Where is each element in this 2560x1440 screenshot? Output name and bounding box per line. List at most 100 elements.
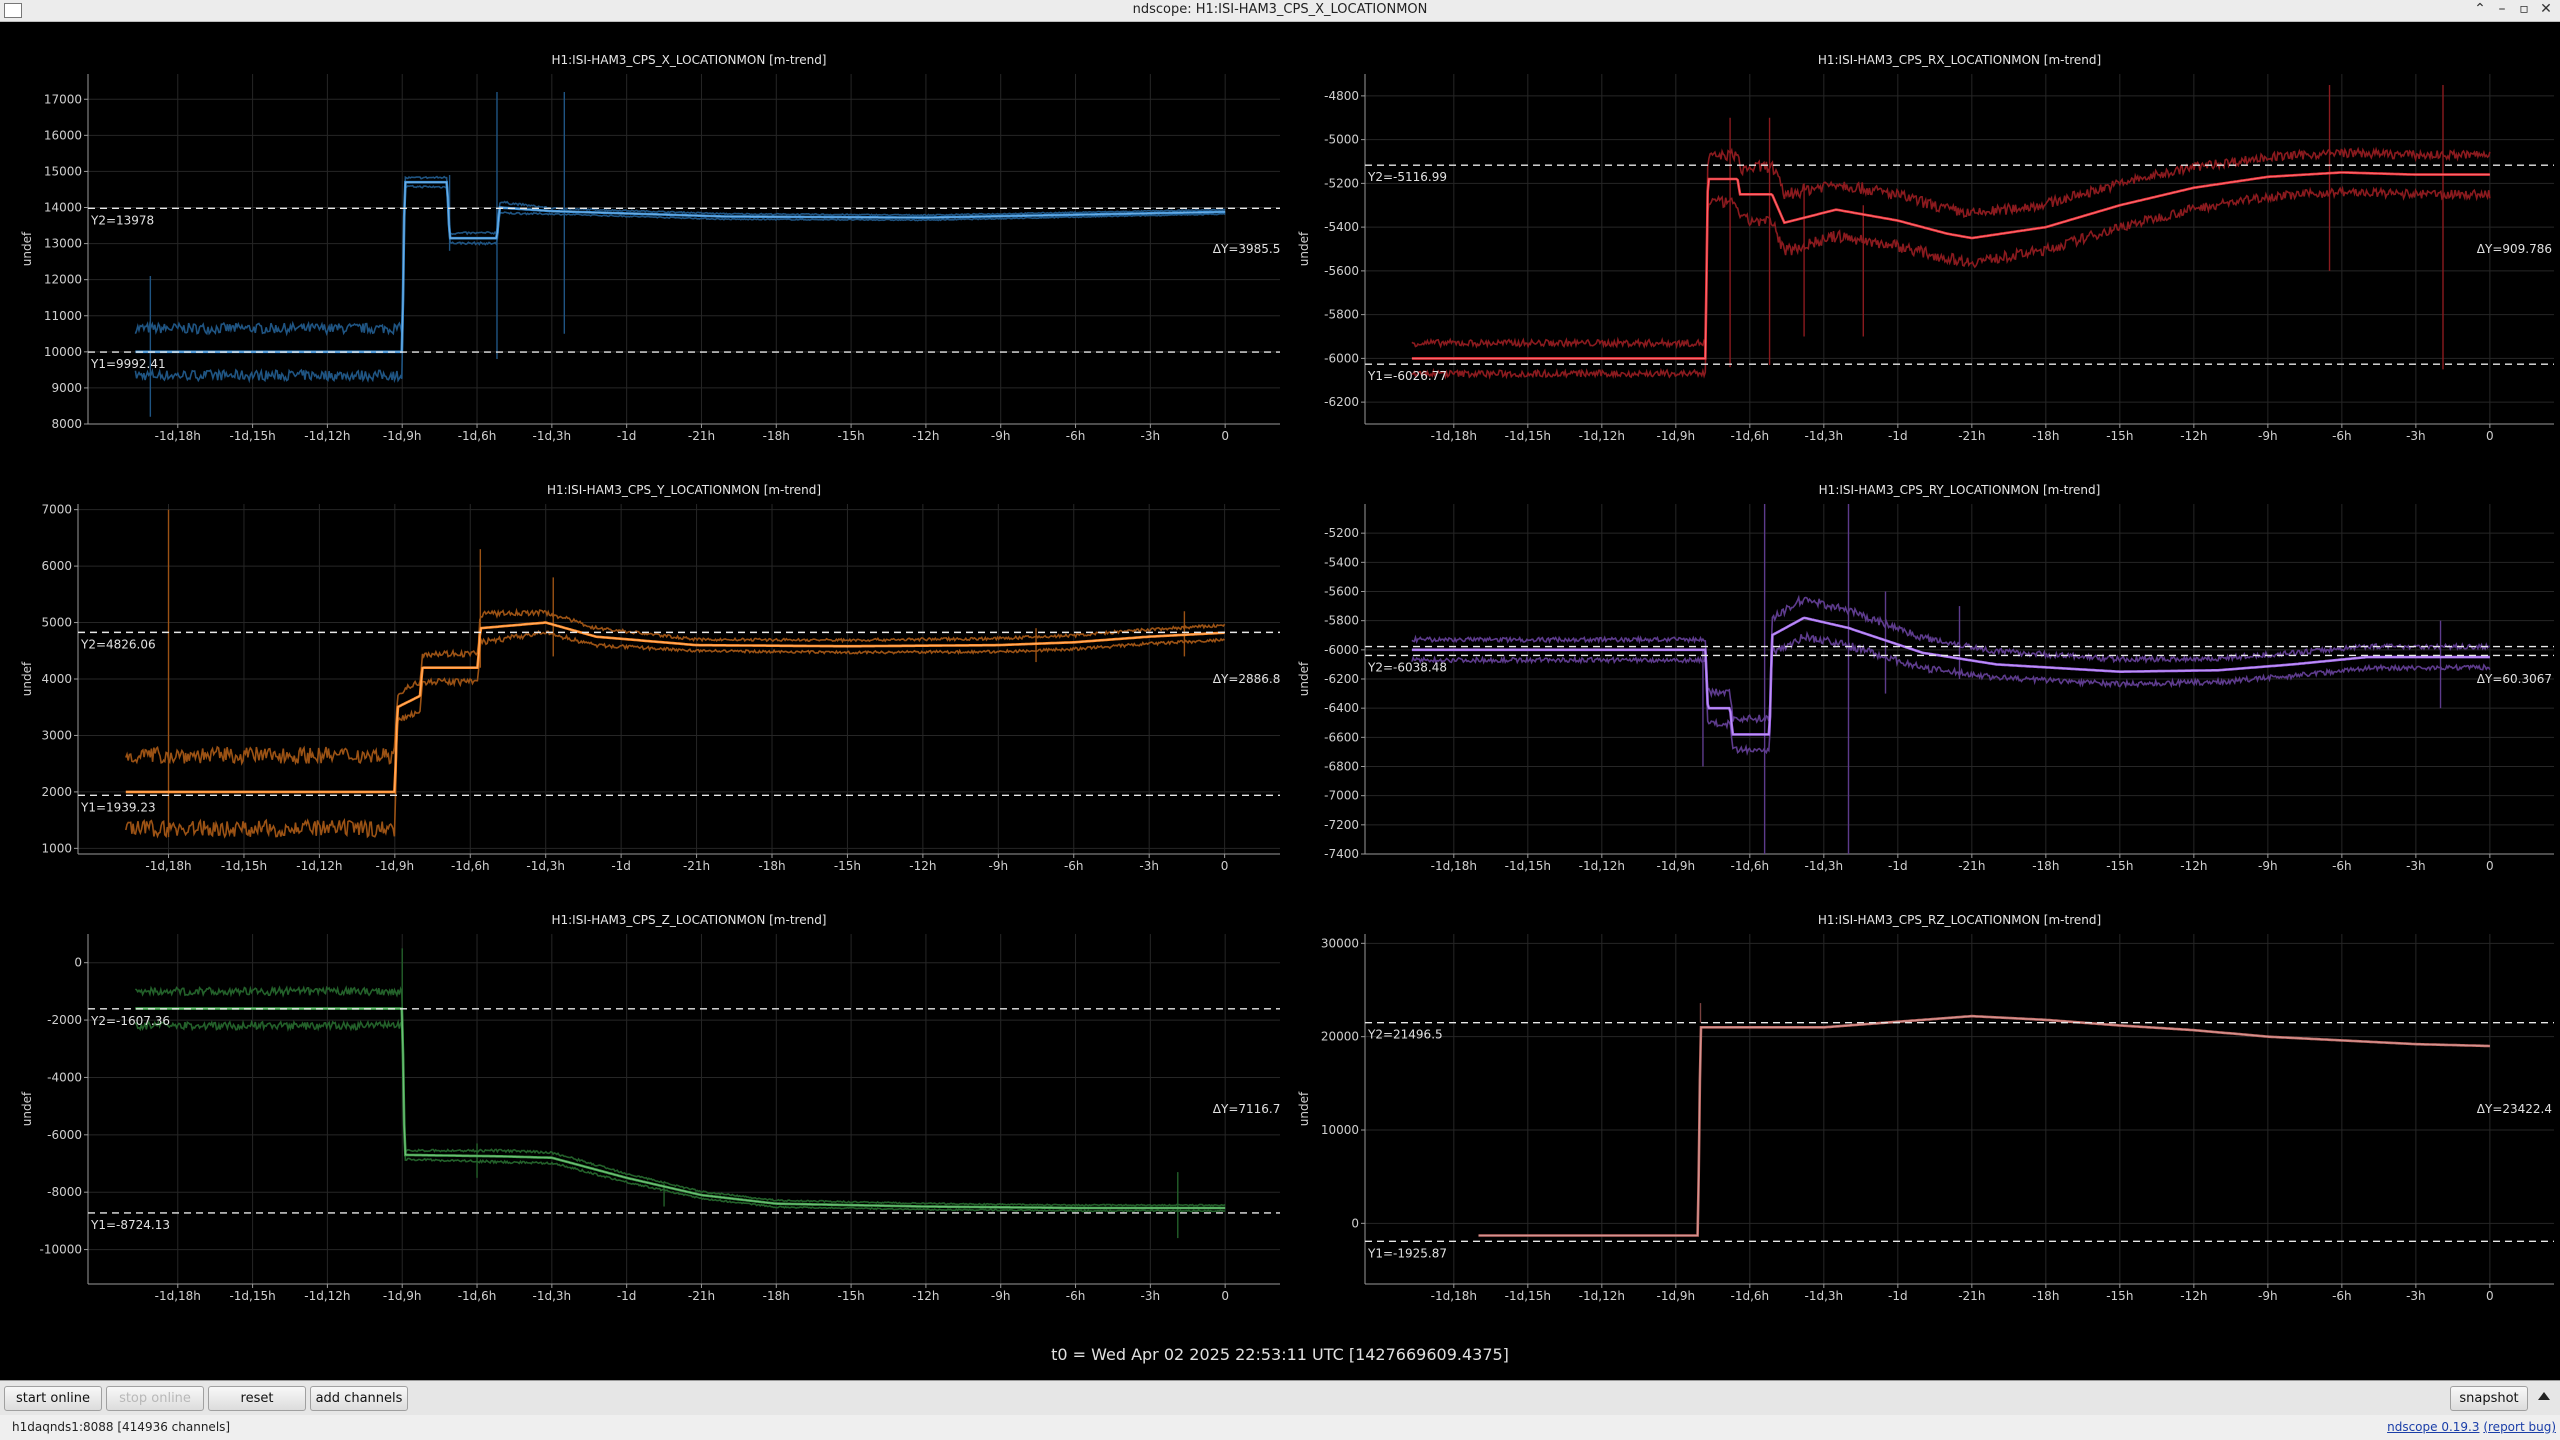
cursor-delta-label: ΔY=909.786: [2477, 242, 2552, 256]
trace-mean: [125, 621, 1225, 794]
plot-z-locationmon[interactable]: H1:ISI-HAM3_CPS_Z_LOCATIONMON [m-trend] -…: [0, 906, 1296, 1326]
x-tick-label: -1d,9h: [376, 859, 415, 873]
channel-count: [414936 channels]: [117, 1420, 231, 1434]
y-tick-label: -6000: [47, 1128, 82, 1142]
x-tick-label: -1d,9h: [1656, 1289, 1695, 1303]
shade-window-icon[interactable]: ⌃: [2470, 1, 2490, 17]
x-tick-label: -9h: [2258, 429, 2278, 443]
y-axis-label: undef: [20, 231, 34, 266]
x-tick-label: -1d,12h: [1579, 429, 1625, 443]
plot-y-locationmon[interactable]: H1:ISI-HAM3_CPS_Y_LOCATIONMON [m-trend] 1…: [0, 476, 1296, 896]
y-tick-label: 3000: [41, 728, 72, 742]
plot-rz-locationmon[interactable]: H1:ISI-HAM3_CPS_RZ_LOCATIONMON [m-trend]…: [1280, 906, 2560, 1326]
y-tick-label: -5800: [1324, 614, 1359, 628]
add-channels-button[interactable]: add channels: [310, 1386, 408, 1411]
y-tick-label: -7200: [1324, 818, 1359, 832]
x-tick-label: -18h: [758, 859, 785, 873]
version-info: ndscope 0.19.3 (report bug): [2387, 1420, 2556, 1434]
x-tick-label: -1d: [1888, 859, 1908, 873]
x-tick-label: -1d,3h: [526, 859, 565, 873]
y-tick-label: 17000: [44, 92, 82, 106]
cursor-y1-label: Y1=-6026.77: [1367, 369, 1447, 383]
x-tick-label: -9h: [2258, 1289, 2278, 1303]
y-tick-label: -6000: [1324, 643, 1359, 657]
x-tick-label: -1d,9h: [383, 1289, 422, 1303]
trace-min: [1478, 1015, 2490, 1237]
x-tick-label: 0: [1221, 859, 1229, 873]
x-tick-label: -1d,6h: [451, 859, 490, 873]
x-tick-label: -15h: [2106, 1289, 2133, 1303]
x-tick-label: -18h: [2032, 1289, 2059, 1303]
cursor-delta-label: ΔY=3985.55: [1213, 242, 1288, 256]
plot-x-locationmon[interactable]: H1:ISI-HAM3_CPS_X_LOCATIONMON [m-trend] 8…: [0, 46, 1296, 466]
x-tick-label: -1d,15h: [1505, 859, 1551, 873]
y-tick-label: -5200: [1324, 176, 1359, 190]
y-tick-label: 6000: [41, 559, 72, 573]
cursor-y1-label: Y1=9992.41: [90, 357, 166, 371]
y-axis-label: undef: [1297, 231, 1311, 266]
x-tick-label: -1d,18h: [1431, 1289, 1477, 1303]
start-online-button[interactable]: start online: [4, 1386, 102, 1411]
x-tick-label: -1d,3h: [1805, 1289, 1844, 1303]
plot-ry-locationmon[interactable]: H1:ISI-HAM3_CPS_RY_LOCATIONMON [m-trend]…: [1280, 476, 2560, 896]
x-tick-label: 0: [2486, 1289, 2494, 1303]
stop-online-button[interactable]: stop online: [106, 1386, 204, 1411]
x-tick-label: -1d: [1888, 429, 1908, 443]
plot-canvas[interactable]: H1:ISI-HAM3_CPS_RZ_LOCATIONMON [m-trend]…: [1280, 906, 2560, 1326]
plot-canvas[interactable]: H1:ISI-HAM3_CPS_X_LOCATIONMON [m-trend] 8…: [0, 46, 1296, 466]
plot-title: H1:ISI-HAM3_CPS_RZ_LOCATIONMON [m-trend]: [1818, 913, 2101, 927]
plot-canvas[interactable]: H1:ISI-HAM3_CPS_RX_LOCATIONMON [m-trend]…: [1280, 46, 2560, 466]
x-tick-label: -9h: [2258, 859, 2278, 873]
snapshot-button[interactable]: snapshot: [2450, 1386, 2528, 1411]
plot-canvas[interactable]: H1:ISI-HAM3_CPS_RY_LOCATIONMON [m-trend]…: [1280, 476, 2560, 896]
x-tick-label: -3h: [1141, 429, 1161, 443]
y-tick-label: -6600: [1324, 730, 1359, 744]
x-tick-label: -12h: [2180, 859, 2207, 873]
x-tick-label: -12h: [912, 1289, 939, 1303]
y-tick-label: 8000: [51, 417, 82, 431]
y-tick-label: 10000: [44, 345, 82, 359]
x-tick-label: -3h: [2406, 859, 2426, 873]
y-tick-label: -7000: [1324, 789, 1359, 803]
minimize-window-icon[interactable]: –: [2492, 1, 2512, 17]
version-link[interactable]: ndscope 0.19.3: [2387, 1420, 2479, 1434]
plot-canvas[interactable]: H1:ISI-HAM3_CPS_Y_LOCATIONMON [m-trend] 1…: [0, 476, 1296, 896]
x-tick-label: -1d,6h: [1731, 1289, 1770, 1303]
x-tick-label: -21h: [683, 859, 710, 873]
reset-button[interactable]: reset: [208, 1386, 306, 1411]
x-tick-label: -1d,18h: [155, 1289, 201, 1303]
x-tick-label: -1d,12h: [304, 1289, 350, 1303]
x-tick-label: -1d,3h: [533, 1289, 572, 1303]
y-tick-label: -6800: [1324, 760, 1359, 774]
y-tick-label: 4000: [41, 672, 72, 686]
x-tick-label: -1d,6h: [1731, 429, 1770, 443]
trace-min: [134, 1018, 1226, 1213]
close-window-icon[interactable]: ✕: [2536, 1, 2556, 17]
y-tick-label: 0: [74, 956, 82, 970]
x-tick-label: -1d,9h: [1656, 859, 1695, 873]
x-tick-label: -15h: [837, 1289, 864, 1303]
plot-rx-locationmon[interactable]: H1:ISI-HAM3_CPS_RX_LOCATIONMON [m-trend]…: [1280, 46, 2560, 466]
maximize-window-icon[interactable]: ▫: [2514, 1, 2534, 17]
x-tick-label: -1d,3h: [1805, 859, 1844, 873]
y-tick-label: -6400: [1324, 701, 1359, 715]
y-tick-label: 7000: [41, 503, 72, 517]
y-tick-label: 20000: [1321, 1030, 1359, 1044]
x-tick-label: -1d: [611, 859, 631, 873]
y-tick-label: -5000: [1324, 133, 1359, 147]
y-tick-label: 14000: [44, 201, 82, 215]
x-tick-label: -15h: [834, 859, 861, 873]
expand-up-icon[interactable]: [2538, 1392, 2550, 1400]
t0-label: t0 = Wed Apr 02 2025 22:53:11 UTC [14276…: [1051, 1345, 1509, 1364]
x-tick-label: 0: [1221, 1289, 1229, 1303]
y-axis-label: undef: [1297, 661, 1311, 696]
plot-canvas[interactable]: H1:ISI-HAM3_CPS_Z_LOCATIONMON [m-trend] -…: [0, 906, 1296, 1326]
x-tick-label: -12h: [912, 429, 939, 443]
trace-min: [1411, 185, 2491, 380]
cursor-y1-label: Y1=1939.23: [80, 800, 156, 814]
y-tick-label: 15000: [44, 164, 82, 178]
report-bug-link[interactable]: (report bug): [2483, 1420, 2556, 1434]
x-tick-label: 0: [1221, 429, 1229, 443]
x-tick-label: -3h: [1141, 1289, 1161, 1303]
x-tick-label: -1d,15h: [1505, 429, 1551, 443]
